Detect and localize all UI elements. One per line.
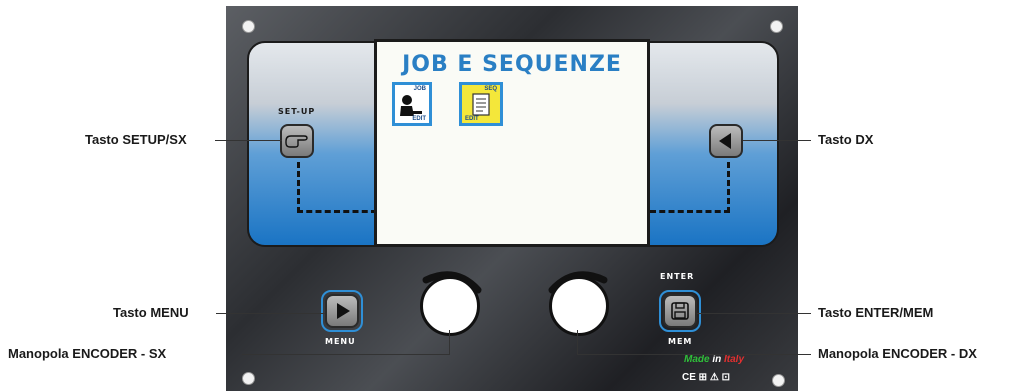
setup-label: SET-UP: [278, 107, 316, 116]
callout-dx: Tasto DX: [818, 132, 874, 147]
leader-menu: [216, 313, 325, 314]
leader-setup: [215, 140, 282, 141]
dashed-connector-right: [650, 162, 730, 213]
lcd-display: JOB E SEQUENZE JOB EDIT SEQ EDIT: [374, 39, 650, 247]
enter-mem-button[interactable]: [663, 294, 697, 328]
screw-top-right: [770, 20, 783, 33]
job-edit-icon[interactable]: JOB EDIT: [392, 82, 432, 126]
job-icon-tag-bottom: EDIT: [412, 116, 426, 122]
seq-edit-icon[interactable]: SEQ EDIT: [459, 82, 503, 126]
menu-label: MENU: [325, 337, 356, 346]
leader-encoder-dx: [577, 354, 811, 355]
dashed-connector-left: [297, 162, 377, 213]
enter-label: ENTER: [660, 272, 695, 281]
job-icon-tag-top: JOB: [413, 86, 426, 92]
callout-encoder-sx: Manopola ENCODER - SX: [8, 346, 167, 361]
seq-icon-tag-bottom: EDIT: [465, 116, 479, 122]
floppy-disk-icon: [671, 302, 689, 320]
seq-icon-tag-top: SEQ: [484, 86, 497, 92]
screw-bottom-left: [242, 372, 255, 385]
dx-button[interactable]: [709, 124, 743, 158]
arrow-left-icon: [719, 133, 731, 149]
leader-enter: [697, 313, 811, 314]
callout-setup-sx: Tasto SETUP/SX: [85, 132, 187, 147]
leader-encoder-sx-v: [449, 330, 450, 355]
callout-menu: Tasto MENU: [113, 305, 189, 320]
certification-marks: CE ⊞ ⚠ ⊡: [682, 372, 730, 383]
callout-encoder-dx: Manopola ENCODER - DX: [818, 346, 977, 361]
mem-label: MEM: [668, 337, 693, 346]
hand-pointer-icon: [285, 135, 308, 148]
callout-enter-mem: Tasto ENTER/MEM: [818, 305, 934, 320]
leader-dx: [743, 140, 811, 141]
leader-encoder-sx: [242, 354, 450, 355]
arrow-right-icon: [337, 303, 350, 319]
made-in-italy: Made in Italy: [684, 354, 744, 365]
encoder-sx-knob[interactable]: [420, 276, 480, 336]
encoder-dx-knob[interactable]: [549, 276, 609, 336]
in-word: in: [712, 354, 722, 365]
made-word: Made: [684, 354, 710, 365]
screw-bottom-right: [772, 374, 785, 387]
display-title: JOB E SEQUENZE: [402, 52, 622, 77]
document-icon: [472, 93, 490, 116]
setup-sx-button[interactable]: [280, 124, 314, 158]
italy-word: Italy: [724, 354, 745, 365]
menu-button[interactable]: [325, 294, 359, 328]
leader-encoder-dx-v: [577, 330, 578, 355]
screw-top-left: [242, 20, 255, 33]
